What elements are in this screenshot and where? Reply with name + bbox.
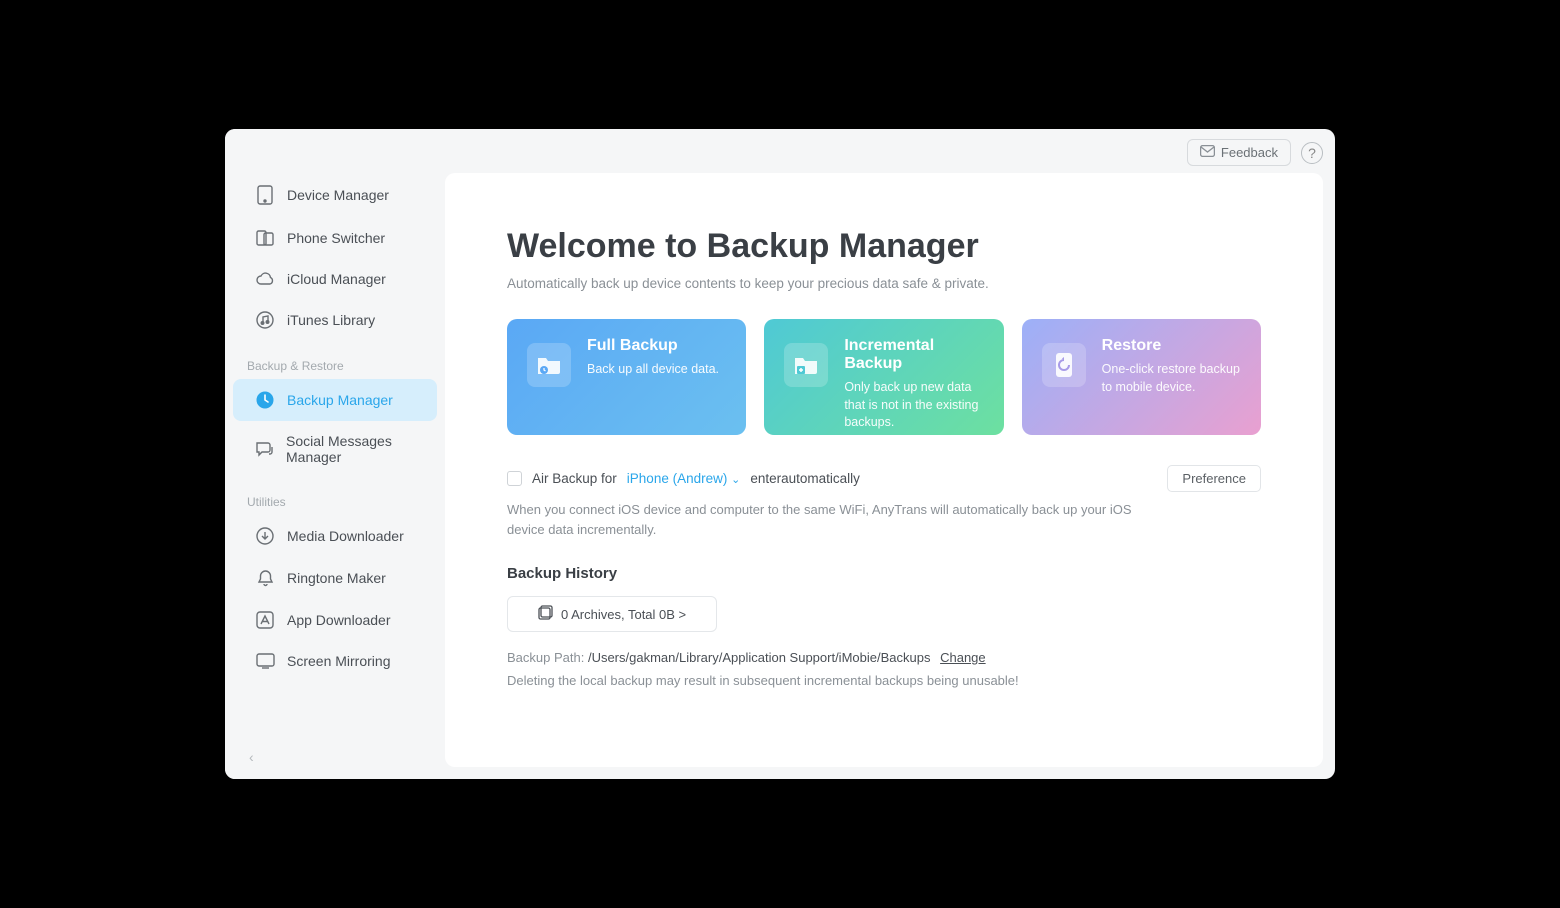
phone-icon (255, 185, 275, 205)
air-backup-suffix: enterautomatically (750, 471, 860, 486)
sidebar-item-icloud-manager[interactable]: iCloud Manager (233, 259, 437, 299)
sidebar-item-media-downloader[interactable]: Media Downloader (233, 515, 437, 557)
sidebar: Device Manager Phone Switcher iCloud Man… (225, 129, 445, 779)
incremental-backup-card[interactable]: Incremental Backup Only back up new data… (764, 319, 1003, 435)
card-desc: Back up all device data. (587, 361, 719, 379)
backup-history-title: Backup History (507, 565, 1261, 582)
backup-archives-button[interactable]: 0 Archives, Total 0B > (507, 596, 717, 632)
device-selector[interactable]: iPhone (Andrew) ⌄ (627, 471, 741, 486)
feedback-button[interactable]: Feedback (1187, 139, 1291, 166)
sidebar-item-label: Backup Manager (287, 392, 393, 408)
device-name: iPhone (Andrew) (627, 471, 728, 486)
card-title: Incremental Backup (844, 337, 983, 373)
feedback-label: Feedback (1221, 145, 1278, 160)
app-window: Feedback ? Device Manager Phone Switcher… (225, 129, 1335, 779)
air-backup-checkbox[interactable] (507, 471, 522, 486)
main-panel: Welcome to Backup Manager Automatically … (445, 173, 1323, 767)
path-value: /Users/gakman/Library/Application Suppor… (588, 650, 931, 665)
chevron-left-icon: ‹ (249, 749, 254, 765)
sidebar-item-label: iTunes Library (287, 312, 375, 328)
sidebar-item-itunes-library[interactable]: iTunes Library (233, 299, 437, 341)
air-backup-description: When you connect iOS device and computer… (507, 500, 1147, 539)
sidebar-item-backup-manager[interactable]: Backup Manager (233, 379, 437, 421)
sidebar-item-screen-mirroring[interactable]: Screen Mirroring (233, 641, 437, 681)
card-title: Full Backup (587, 337, 719, 355)
air-backup-row: Air Backup for iPhone (Andrew) ⌄ enterau… (507, 465, 1261, 492)
sidebar-item-label: Screen Mirroring (287, 653, 390, 669)
clock-icon (255, 391, 275, 409)
sidebar-item-label: Media Downloader (287, 528, 404, 544)
backup-path-row: Backup Path: /Users/gakman/Library/Appli… (507, 650, 1261, 665)
header-actions: Feedback ? (1187, 139, 1323, 166)
sidebar-item-label: Phone Switcher (287, 230, 385, 246)
folder-clock-icon (527, 343, 571, 387)
sidebar-item-label: Social Messages Manager (286, 433, 423, 465)
sidebar-item-label: Ringtone Maker (287, 570, 386, 586)
mail-icon (1200, 145, 1215, 160)
page-subtitle: Automatically back up device contents to… (507, 276, 1261, 291)
cloud-icon (255, 272, 275, 286)
bell-icon (255, 569, 275, 587)
sidebar-item-social-messages[interactable]: Social Messages Manager (233, 421, 437, 477)
switch-icon (255, 229, 275, 247)
page-title: Welcome to Backup Manager (507, 227, 1261, 266)
path-label: Backup Path: (507, 650, 588, 665)
air-backup-prefix: Air Backup for (532, 471, 617, 486)
sidebar-item-app-downloader[interactable]: App Downloader (233, 599, 437, 641)
sidebar-section-backup: Backup & Restore (225, 341, 445, 379)
music-icon (255, 311, 275, 329)
sidebar-item-device-manager[interactable]: Device Manager (233, 173, 437, 217)
sidebar-item-label: iCloud Manager (287, 271, 386, 287)
archives-label: 0 Archives, Total 0B > (561, 607, 686, 622)
chevron-down-icon: ⌄ (731, 474, 740, 486)
collapse-sidebar-button[interactable]: ‹ (249, 749, 254, 765)
sidebar-item-phone-switcher[interactable]: Phone Switcher (233, 217, 437, 259)
help-icon: ? (1308, 145, 1316, 161)
action-cards: Full Backup Back up all device data. Inc… (507, 319, 1261, 435)
folder-plus-icon (784, 343, 828, 387)
chat-icon (255, 441, 274, 458)
app-icon (255, 611, 275, 629)
sidebar-item-label: App Downloader (287, 612, 391, 628)
mirror-icon (255, 653, 275, 669)
preference-button[interactable]: Preference (1167, 465, 1261, 492)
sidebar-section-utilities: Utilities (225, 477, 445, 515)
card-desc: One-click restore backup to mobile devic… (1102, 361, 1241, 396)
restore-card[interactable]: Restore One-click restore backup to mobi… (1022, 319, 1261, 435)
help-button[interactable]: ? (1301, 142, 1323, 164)
phone-restore-icon (1042, 343, 1086, 387)
sidebar-item-ringtone-maker[interactable]: Ringtone Maker (233, 557, 437, 599)
download-icon (255, 527, 275, 545)
card-desc: Only back up new data that is not in the… (844, 379, 983, 432)
card-title: Restore (1102, 337, 1241, 355)
full-backup-card[interactable]: Full Backup Back up all device data. (507, 319, 746, 435)
change-path-link[interactable]: Change (940, 650, 986, 665)
archive-icon (538, 605, 553, 623)
backup-warning: Deleting the local backup may result in … (507, 673, 1261, 688)
sidebar-item-label: Device Manager (287, 187, 389, 203)
